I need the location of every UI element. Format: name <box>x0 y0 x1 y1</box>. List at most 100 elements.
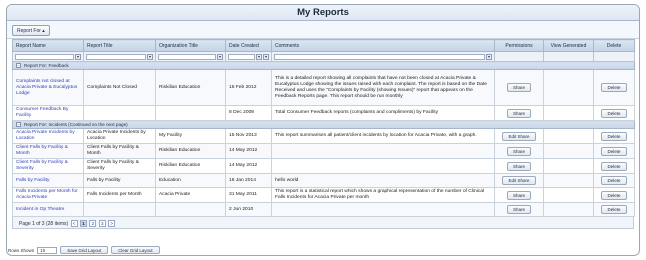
view-generated-cell <box>543 187 594 203</box>
comments-cell: hello world <box>275 177 299 183</box>
col-report-name[interactable]: Report Name <box>12 39 84 52</box>
table-row: Falls by Facility Falls by Facility Educat… <box>12 173 635 188</box>
col-permissions: Permissions <box>494 39 544 52</box>
page-2-button[interactable]: 2 <box>89 220 97 227</box>
date-created-cell: 8 Dec 2008 <box>229 110 255 115</box>
delete-button[interactable]: Delete <box>601 83 627 92</box>
report-title-cell: Complaints Not Closed <box>87 84 138 90</box>
permission-button[interactable]: Share <box>506 190 531 200</box>
rows-shown-label: Rows Shown <box>8 247 35 253</box>
table-row: Client Falls by Facility & Month Client F… <box>12 143 635 159</box>
report-name-link[interactable]: Client Falls by Facility & Month <box>16 145 68 156</box>
grid-pager: Page 1 of 3 (28 items) < 1 2 3 > <box>12 217 634 229</box>
reports-grid: Report Name Report Title Organization Ti… <box>12 39 635 217</box>
table-row: Complaints not closed at Acacia Private … <box>12 69 635 106</box>
permission-button[interactable]: Share <box>506 161 531 171</box>
date-created-cell: 14 May 2012 <box>229 163 258 168</box>
col-organization-title[interactable]: Organization Title <box>155 39 226 52</box>
date-created-cell: 31 May 2011 <box>229 192 257 197</box>
report-name-link[interactable]: Acacia Private Incidents by Location <box>16 130 75 141</box>
table-row: Client Falls by Facility & Severity Clien… <box>12 158 635 174</box>
delete-button[interactable]: Delete <box>601 190 627 200</box>
comments-filter-input[interactable] <box>274 53 485 60</box>
delete-button[interactable]: Delete <box>601 176 627 185</box>
organization-cell: Riskilian Education <box>159 148 201 153</box>
group-title: Report For: Feedback <box>24 62 69 68</box>
view-generated-cell <box>543 173 594 188</box>
date-created-cell: 14 May 2012 <box>229 148 258 153</box>
date-created-cell: 16 Jan 2014 <box>229 177 256 183</box>
report-name-link[interactable]: Complaints not closed at Acacia Private … <box>16 79 77 96</box>
filter-icon[interactable]: ▾ <box>75 53 81 60</box>
delete-button[interactable]: Delete <box>601 205 627 214</box>
organization-cell: Acacia Private <box>159 192 191 197</box>
permission-button[interactable]: Share <box>506 83 531 92</box>
view-generated-cell <box>543 128 594 144</box>
table-row: Falls Incidents per Month for Acacia Pri… <box>12 187 635 203</box>
grid-header: Report Name Report Title Organization Ti… <box>12 39 635 52</box>
date-created-cell: 16 Feb 2012 <box>229 84 257 90</box>
my-reports-panel: My Reports Report For ▴ Report Name Repo… <box>6 4 640 256</box>
filter-icon[interactable]: ▾ <box>217 53 223 60</box>
report-title-filter-input[interactable] <box>86 53 146 60</box>
delete-button[interactable]: Delete <box>601 108 627 118</box>
permission-button[interactable]: Share <box>506 205 531 214</box>
permission-button[interactable]: Edit Share <box>502 131 536 141</box>
delete-button[interactable]: Delete <box>601 161 627 171</box>
clear-grid-layout-button[interactable]: Clear Grid Layout <box>111 246 160 254</box>
report-name-link[interactable]: Falls by Facility <box>16 178 49 183</box>
group-title: Report For: Incidents (Continued on the … <box>24 121 128 127</box>
next-page-button[interactable]: > <box>108 220 116 227</box>
col-delete: Delete <box>593 39 635 52</box>
prev-page-button[interactable]: < <box>70 220 78 227</box>
organization-filter-input[interactable] <box>158 53 216 60</box>
filter-icon[interactable]: ▾ <box>263 53 269 60</box>
delete-button[interactable]: Delete <box>601 131 627 141</box>
organization-cell: My Facility <box>159 133 183 138</box>
delete-button[interactable]: Delete <box>601 146 627 156</box>
page-title: My Reports <box>7 5 639 21</box>
pager-summary: Page 1 of 3 (28 items) <box>19 220 69 227</box>
table-row: Consumer Feedback By Facility 8 Dec 2008 T… <box>12 105 635 121</box>
report-name-link[interactable]: Consumer Feedback By Facility <box>16 107 68 118</box>
permission-button[interactable]: Edit Share <box>502 176 536 185</box>
comments-cell: This report is a statistical report whic… <box>275 189 485 200</box>
filter-icon[interactable]: ▾ <box>147 53 153 60</box>
report-title-cell: Acacia Private Incidents by Location <box>87 130 146 141</box>
collapse-group-icon[interactable]: − <box>16 122 21 128</box>
report-title-cell: Falls by Facility <box>87 177 121 183</box>
report-name-link[interactable]: Client Falls by Facility & Severity <box>16 160 68 171</box>
report-name-link[interactable]: Incident in Op Theatre <box>16 207 64 212</box>
table-row: Incident in Op Theatre 2 Jun 2010 Share Del… <box>12 202 635 217</box>
view-generated-cell <box>543 202 594 217</box>
report-name-filter-input[interactable] <box>15 53 74 60</box>
page-1-button[interactable]: 1 <box>79 220 87 227</box>
permission-button[interactable]: Share <box>506 146 531 156</box>
report-for-group-button[interactable]: Report For ▴ <box>12 25 50 36</box>
collapse-group-icon[interactable]: − <box>16 63 21 69</box>
view-generated-cell <box>543 143 594 159</box>
date-created-cell: 15 Nov 2013 <box>229 133 257 138</box>
group-row: − Report For: Feedback <box>12 61 635 70</box>
permission-button[interactable]: Share <box>506 108 531 118</box>
col-date-created[interactable]: Date Created <box>225 39 272 52</box>
date-created-cell: 2 Jun 2010 <box>229 206 254 212</box>
date-filter-input[interactable] <box>228 53 255 60</box>
group-toolbar: Report For ▴ <box>7 21 639 39</box>
filter-icon[interactable]: ▾ <box>486 53 492 60</box>
grid-footer: Rows Shown 10 Save Grid Layout Clear Gri… <box>8 246 160 254</box>
col-report-title[interactable]: Report Title <box>83 39 156 52</box>
organization-cell: Education <box>159 177 181 183</box>
calendar-dropdown-icon[interactable]: ▾ <box>256 53 262 60</box>
report-title-cell: Falls Incidents per Month <box>87 192 142 197</box>
col-view-generated: View Generated <box>543 39 594 52</box>
page-3-button[interactable]: 3 <box>98 220 106 227</box>
view-generated-cell <box>543 105 594 121</box>
col-comments[interactable]: Comments <box>271 39 495 52</box>
view-generated-cell <box>543 69 594 106</box>
save-grid-layout-button[interactable]: Save Grid Layout <box>60 246 109 254</box>
report-title-cell: Client Falls by Facility & Severity <box>87 160 139 171</box>
rows-shown-select[interactable]: 10 <box>37 246 58 254</box>
report-title-cell: Client Falls by Facility & Month <box>87 145 139 156</box>
report-name-link[interactable]: Falls Incidents per Month for Acacia Pri… <box>16 189 78 200</box>
